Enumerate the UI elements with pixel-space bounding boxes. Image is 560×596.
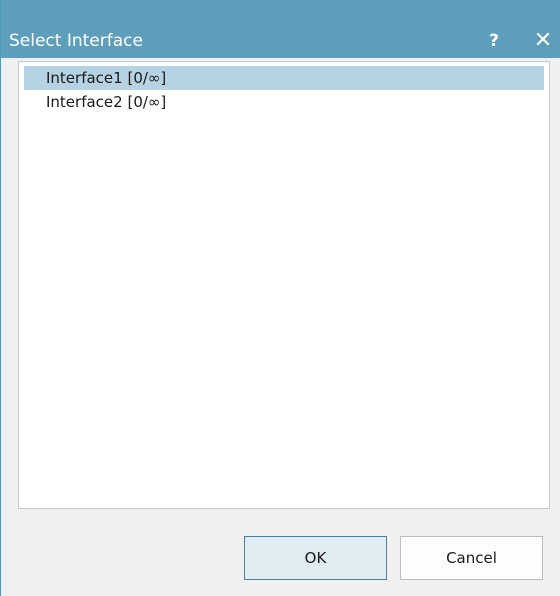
help-icon[interactable]: ? <box>481 28 507 54</box>
cancel-button[interactable]: Cancel <box>400 536 543 580</box>
ok-button[interactable]: OK <box>244 536 387 580</box>
interface-list[interactable]: Interface1 [0/∞] Interface2 [0/∞] <box>18 61 550 509</box>
dialog-title: Select Interface <box>9 31 143 51</box>
close-icon[interactable]: ✕ <box>529 28 557 54</box>
title-bar[interactable]: Select Interface ? ✕ <box>1 0 560 58</box>
list-item-interface1[interactable]: Interface1 [0/∞] <box>24 66 544 90</box>
select-interface-dialog: Select Interface ? ✕ Interface1 [0/∞] In… <box>0 0 560 596</box>
list-item-interface2[interactable]: Interface2 [0/∞] <box>24 90 544 114</box>
